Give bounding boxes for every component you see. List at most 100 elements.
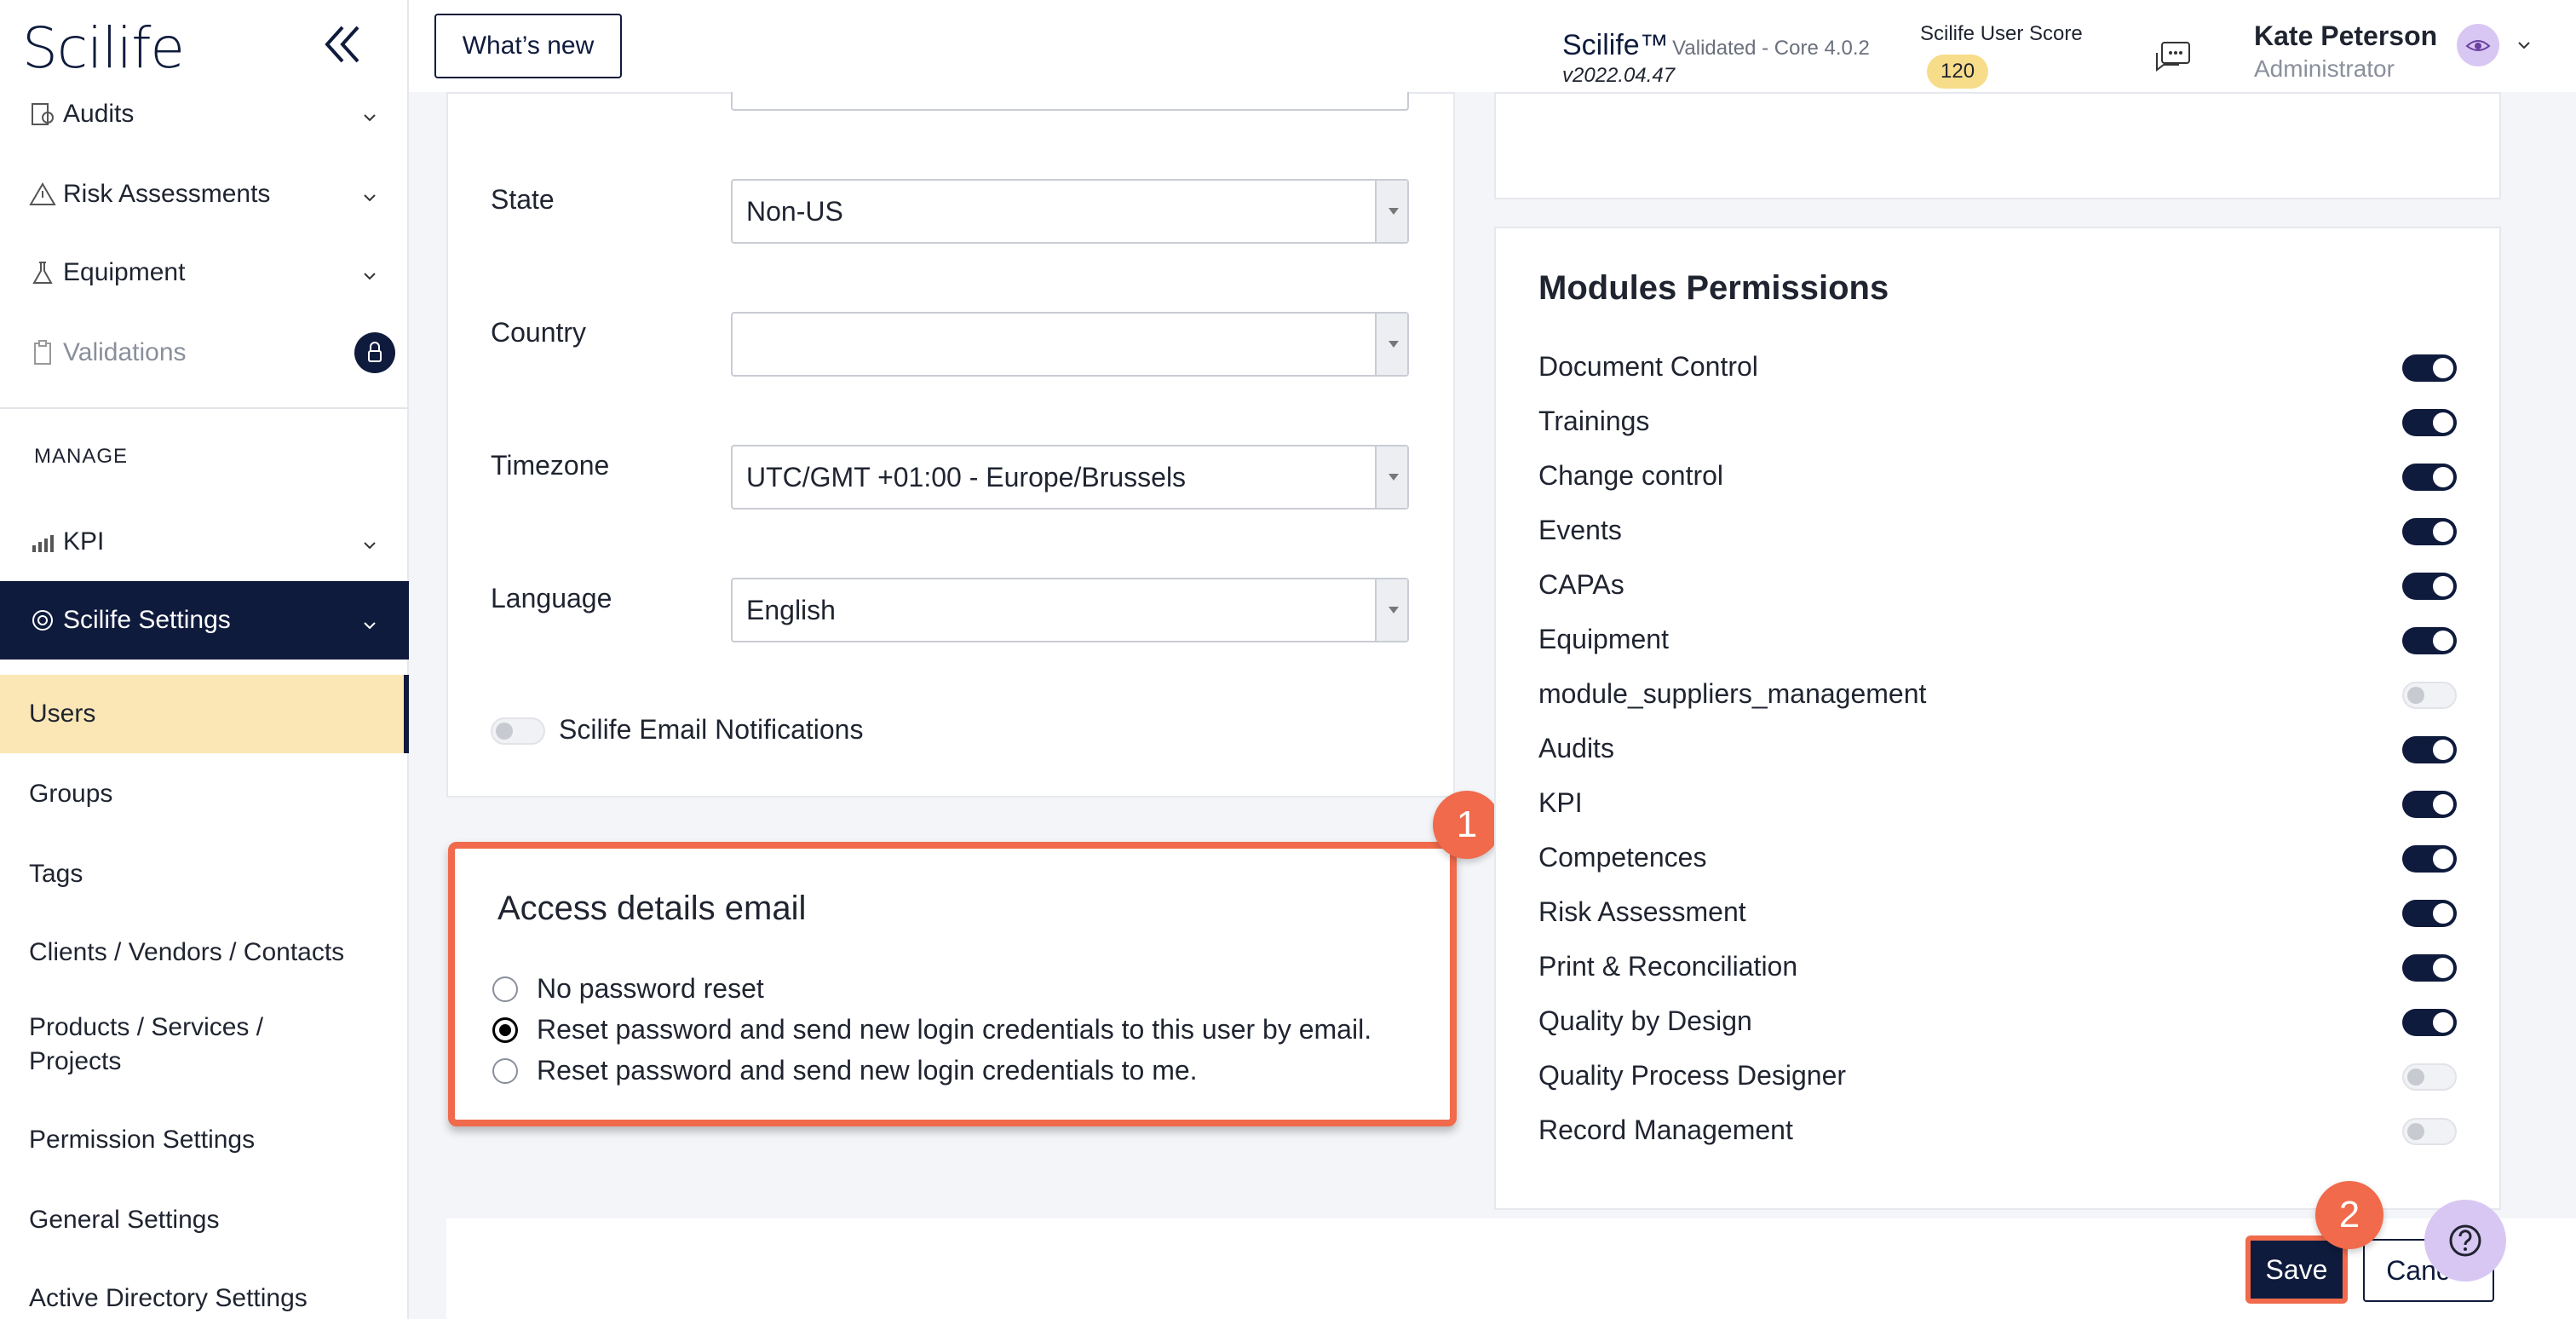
module-permission-label: module_suppliers_management xyxy=(1538,678,1927,709)
avatar[interactable] xyxy=(2457,24,2499,66)
module-permission-label: Quality Process Designer xyxy=(1538,1060,1847,1091)
module-permission-toggle[interactable] xyxy=(2402,627,2457,654)
module-permission-row: Quality by Design xyxy=(1538,1005,2458,1040)
timezone-value: UTC/GMT +01:00 - Europe/Brussels xyxy=(746,461,1187,492)
radio-button[interactable] xyxy=(492,1057,518,1084)
module-permission-toggle[interactable] xyxy=(2402,845,2457,873)
sidebar-item-label: Validations xyxy=(63,338,187,366)
user-score-badge: 120 xyxy=(1927,55,1989,89)
module-permission-label: Audits xyxy=(1538,733,1614,763)
sidebar-sub-item-label-line2: Projects xyxy=(29,1047,122,1075)
sidebar-sub-item-label: Active Directory Settings xyxy=(29,1284,308,1312)
chat-icon[interactable] xyxy=(2153,39,2193,77)
language-select[interactable]: English xyxy=(731,578,1409,642)
module-permission-toggle[interactable] xyxy=(2402,464,2457,491)
chevron-down-icon xyxy=(361,262,378,280)
module-permission-row: Risk Assessment xyxy=(1538,896,2458,930)
sidebar-item-label: KPI xyxy=(63,527,105,556)
module-permission-toggle[interactable] xyxy=(2402,409,2457,436)
module-permission-toggle[interactable] xyxy=(2402,682,2457,709)
radio-option-reset-email-me[interactable]: Reset password and send new login creden… xyxy=(492,1055,1198,1086)
sidebar-sub-item-general-settings[interactable]: General Settings xyxy=(0,1203,409,1237)
chevron-down-icon xyxy=(361,532,378,550)
module-permission-label: Competences xyxy=(1538,842,1707,873)
module-permission-row: KPI xyxy=(1538,787,2458,821)
modules-permissions-title: Modules Permissions xyxy=(1538,269,1889,307)
module-permission-toggle[interactable] xyxy=(2402,518,2457,545)
module-permission-toggle[interactable] xyxy=(2402,791,2457,818)
sidebar-sub-item-products[interactable]: Products / Services / Projects xyxy=(0,1011,409,1079)
chevron-down-icon xyxy=(361,184,378,202)
dropdown-arrow-icon xyxy=(1375,181,1407,242)
save-button[interactable]: Save xyxy=(2245,1235,2348,1304)
radio-button-checked[interactable] xyxy=(492,1017,518,1043)
help-button[interactable] xyxy=(2424,1200,2506,1282)
flask-icon xyxy=(29,259,56,286)
module-permission-toggle[interactable] xyxy=(2402,736,2457,763)
sidebar-item-kpi[interactable]: KPI xyxy=(0,508,409,576)
dropdown-arrow-icon xyxy=(1375,446,1407,508)
user-score-label: Scilife User Score xyxy=(1920,22,2083,45)
sidebar-sub-item-users[interactable]: Users xyxy=(0,675,409,753)
step-callout-1: 1 xyxy=(1433,791,1501,859)
app-logo[interactable]: Scilife xyxy=(22,15,185,81)
module-permission-row: Equipment xyxy=(1538,624,2458,658)
module-permission-row: Competences xyxy=(1538,842,2458,876)
sidebar-divider xyxy=(0,407,409,409)
sidebar-item-scilife-settings[interactable]: Scilife Settings xyxy=(0,581,409,660)
module-permission-row: Quality Process Designer xyxy=(1538,1060,2458,1094)
whats-new-button[interactable]: What’s new xyxy=(434,14,622,78)
radio-label: Reset password and send new login creden… xyxy=(537,1014,1372,1045)
sidebar-item-validations[interactable]: Validations xyxy=(0,319,409,387)
module-permission-label: Record Management xyxy=(1538,1115,1793,1145)
warning-icon xyxy=(29,181,56,208)
sidebar-sub-item-tags[interactable]: Tags xyxy=(0,857,409,891)
settings-icon xyxy=(29,607,56,634)
sidebar-sub-item-active-directory[interactable]: Active Directory Settings xyxy=(0,1282,409,1316)
state-select[interactable]: Non-US xyxy=(731,179,1409,244)
module-permission-toggle[interactable] xyxy=(2402,900,2457,927)
module-permission-row: Trainings xyxy=(1538,406,2458,440)
sidebar-sub-item-clients[interactable]: Clients / Vendors / Contacts xyxy=(0,936,409,970)
module-permission-toggle[interactable] xyxy=(2402,354,2457,382)
module-permission-label: Print & Reconciliation xyxy=(1538,951,1798,982)
chevron-down-icon[interactable] xyxy=(2516,39,2532,51)
module-permission-toggle[interactable] xyxy=(2402,1009,2457,1036)
sidebar-item-risk-assessments[interactable]: Risk Assessments xyxy=(0,160,409,228)
country-label: Country xyxy=(491,317,587,348)
sidebar-sub-item-label: Users xyxy=(29,700,96,728)
access-details-title: Access details email xyxy=(497,890,807,927)
timezone-select[interactable]: UTC/GMT +01:00 - Europe/Brussels xyxy=(731,445,1409,510)
module-permission-toggle[interactable] xyxy=(2402,1063,2457,1091)
module-permission-toggle[interactable] xyxy=(2402,1118,2457,1145)
module-permission-row: Events xyxy=(1538,515,2458,549)
module-permission-label: Events xyxy=(1538,515,1622,545)
module-permission-row: Change control xyxy=(1538,460,2458,494)
country-select[interactable] xyxy=(731,312,1409,377)
chart-icon xyxy=(29,528,56,556)
module-permission-label: Trainings xyxy=(1538,406,1650,436)
top-bar: What’s new Scilife™ Validated - Core 4.0… xyxy=(409,0,2576,92)
email-notifications-toggle[interactable] xyxy=(491,717,545,745)
module-permission-toggle[interactable] xyxy=(2402,573,2457,600)
module-permission-label: Document Control xyxy=(1538,351,1758,382)
sidebar-item-audits[interactable]: Audits xyxy=(0,80,409,148)
state-value: Non-US xyxy=(746,195,843,227)
module-permission-label: CAPAs xyxy=(1538,569,1624,600)
user-info[interactable]: Kate Peterson Administrator xyxy=(2254,20,2437,83)
module-permission-row: module_suppliers_management xyxy=(1538,678,2458,712)
previous-field-input[interactable] xyxy=(731,92,1409,111)
collapse-sidebar-icon[interactable] xyxy=(322,20,365,68)
module-permission-label: Quality by Design xyxy=(1538,1005,1752,1036)
radio-option-no-reset[interactable]: No password reset xyxy=(492,973,764,1005)
module-permission-toggle[interactable] xyxy=(2402,954,2457,982)
radio-option-reset-email-user[interactable]: Reset password and send new login creden… xyxy=(492,1014,1371,1045)
module-permission-row: Document Control xyxy=(1538,351,2458,385)
step-callout-2: 2 xyxy=(2315,1181,2383,1249)
sidebar-item-label: Risk Assessments xyxy=(63,180,271,208)
sidebar-sub-item-groups[interactable]: Groups xyxy=(0,777,409,811)
sidebar-sub-item-permission-settings[interactable]: Permission Settings xyxy=(0,1123,409,1157)
sidebar-item-equipment[interactable]: Equipment xyxy=(0,239,409,307)
language-value: English xyxy=(746,594,836,625)
radio-button[interactable] xyxy=(492,976,518,1002)
